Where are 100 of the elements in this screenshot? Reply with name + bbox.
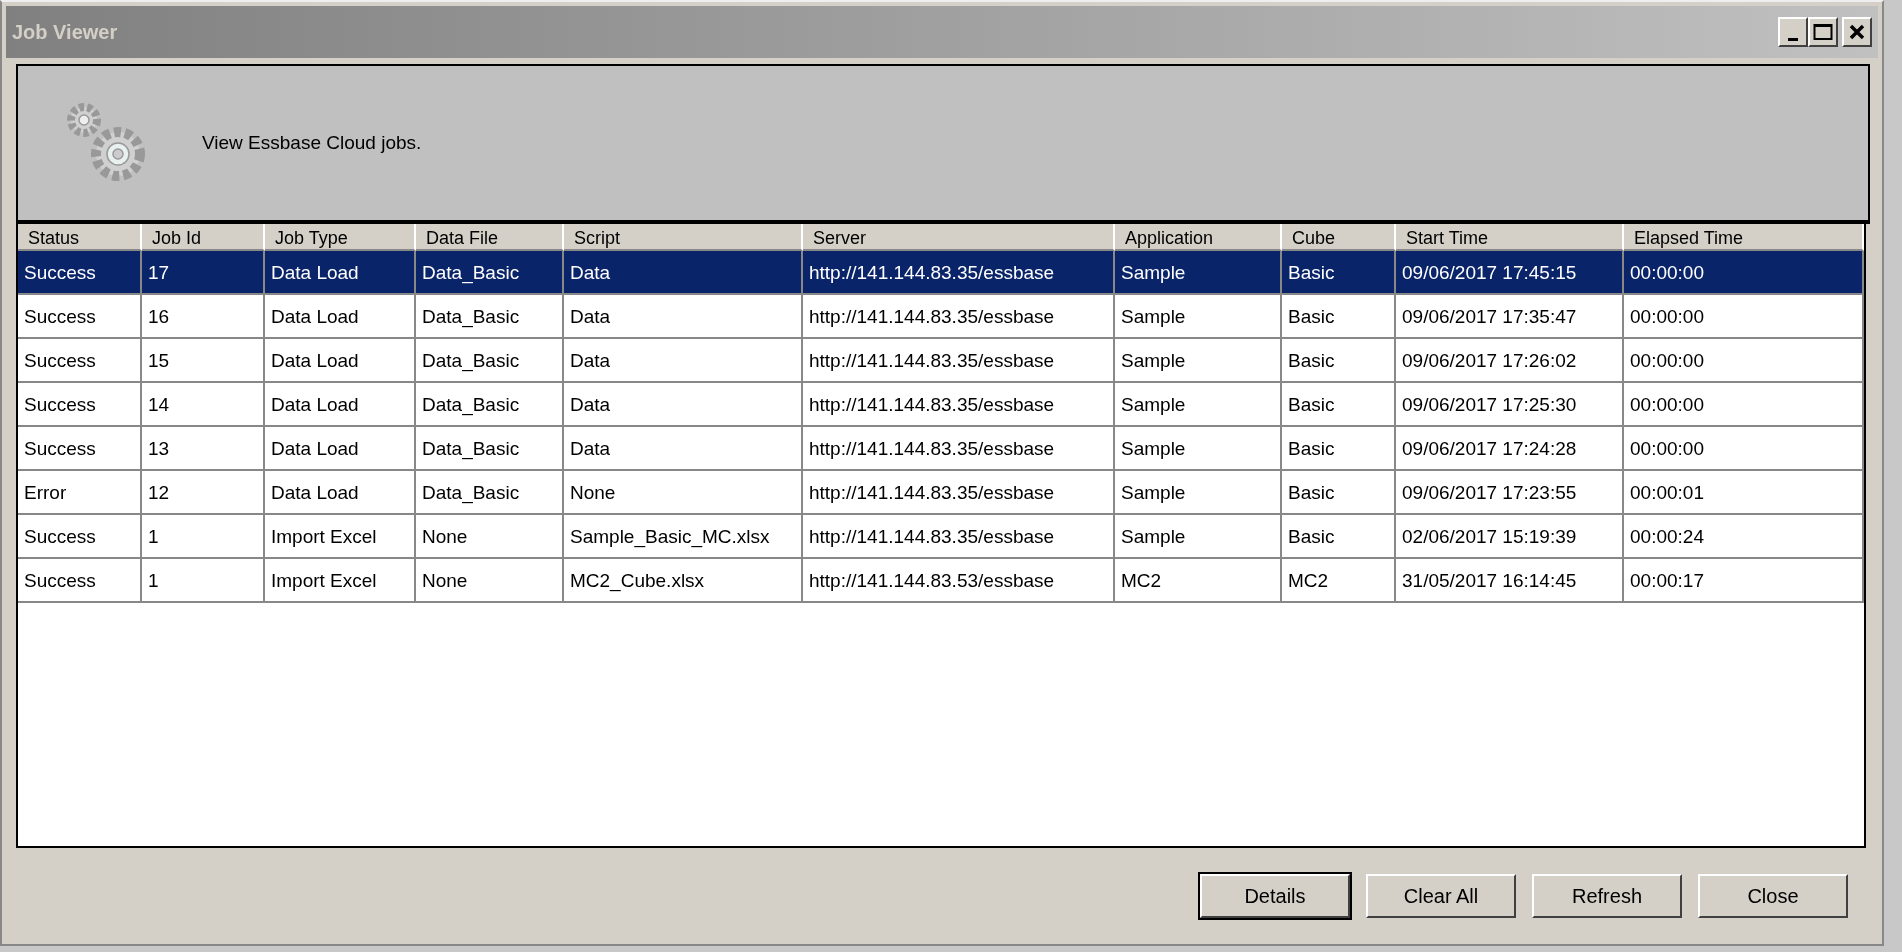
table-cell: 09/06/2017 17:25:30 (1396, 383, 1624, 427)
table-cell: 13 (142, 427, 265, 471)
table-cell: Data Load (265, 295, 416, 339)
table-cell: Data (564, 339, 803, 383)
table-cell: 02/06/2017 15:19:39 (1396, 515, 1624, 559)
table-cell: Data_Basic (416, 383, 564, 427)
minimize-icon (1788, 37, 1798, 41)
table-cell: Import Excel (265, 559, 416, 603)
dialog-button[interactable]: Close (1698, 874, 1848, 918)
column-header[interactable]: Job Id (142, 224, 265, 251)
table-cell: 17 (142, 251, 265, 295)
table-cell: Data (564, 383, 803, 427)
table-cell: Sample (1115, 515, 1282, 559)
table-cell: Basic (1282, 295, 1396, 339)
table-cell: http://141.144.83.35/essbase (803, 339, 1115, 383)
table-cell: None (564, 471, 803, 515)
table-cell: Data_Basic (416, 295, 564, 339)
table-cell: 16 (142, 295, 265, 339)
table-cell: http://141.144.83.35/essbase (803, 515, 1115, 559)
table-cell: 00:00:01 (1624, 471, 1864, 515)
table-cell: None (416, 559, 564, 603)
close-icon (1849, 24, 1865, 40)
table-cell: 14 (142, 383, 265, 427)
maximize-icon (1813, 23, 1833, 41)
table-cell: Sample (1115, 383, 1282, 427)
table-cell: Data (564, 251, 803, 295)
table-cell: Basic (1282, 383, 1396, 427)
table-cell: Import Excel (265, 515, 416, 559)
table-cell: 00:00:24 (1624, 515, 1864, 559)
table-cell: Data Load (265, 251, 416, 295)
table-cell: http://141.144.83.35/essbase (803, 251, 1115, 295)
table-cell: Success (18, 295, 142, 339)
column-header[interactable]: Elapsed Time (1624, 224, 1864, 251)
dialog-button[interactable]: Details (1200, 874, 1350, 918)
table-cell: 09/06/2017 17:23:55 (1396, 471, 1624, 515)
table-cell: Data (564, 427, 803, 471)
table-cell: 12 (142, 471, 265, 515)
table-cell: 1 (142, 515, 265, 559)
table-cell: Sample (1115, 295, 1282, 339)
table-cell: Data Load (265, 383, 416, 427)
table-cell: http://141.144.83.53/essbase (803, 559, 1115, 603)
table-cell: http://141.144.83.35/essbase (803, 383, 1115, 427)
table-cell: http://141.144.83.35/essbase (803, 427, 1115, 471)
table-cell: Data_Basic (416, 339, 564, 383)
column-header[interactable]: Status (18, 224, 142, 251)
header-description: View Essbase Cloud jobs. (202, 130, 422, 155)
column-header[interactable]: Data File (416, 224, 564, 251)
table-cell: Data Load (265, 471, 416, 515)
maximize-button[interactable] (1808, 17, 1838, 47)
table-cell: 09/06/2017 17:24:28 (1396, 427, 1624, 471)
dialog-button[interactable]: Clear All (1366, 874, 1516, 918)
minimize-button[interactable] (1778, 17, 1808, 47)
table-cell: Error (18, 471, 142, 515)
column-header[interactable]: Server (803, 224, 1115, 251)
column-header[interactable]: Script (564, 224, 803, 251)
dialog-button[interactable]: Refresh (1532, 874, 1682, 918)
table-cell: Basic (1282, 339, 1396, 383)
table-cell: Sample (1115, 471, 1282, 515)
table-cell: 09/06/2017 17:45:15 (1396, 251, 1624, 295)
column-header[interactable]: Application (1115, 224, 1282, 251)
table-cell: Data_Basic (416, 251, 564, 295)
table-cell: Success (18, 251, 142, 295)
column-header[interactable]: Job Type (265, 224, 416, 251)
table-cell: 09/06/2017 17:26:02 (1396, 339, 1624, 383)
table-cell: MC2_Cube.xlsx (564, 559, 803, 603)
table-cell: None (416, 515, 564, 559)
table-cell: 1 (142, 559, 265, 603)
table-cell: Sample (1115, 427, 1282, 471)
table-cell: Data (564, 295, 803, 339)
table-cell: Data_Basic (416, 471, 564, 515)
table-cell: 00:00:00 (1624, 383, 1864, 427)
table-cell: 00:00:00 (1624, 295, 1864, 339)
table-cell: Success (18, 383, 142, 427)
table-cell: Success (18, 427, 142, 471)
table-cell: Success (18, 339, 142, 383)
table-cell: Success (18, 559, 142, 603)
table-cell: 00:00:00 (1624, 427, 1864, 471)
column-header[interactable]: Start Time (1396, 224, 1624, 251)
table-cell: Data_Basic (416, 427, 564, 471)
column-header[interactable]: Cube (1282, 224, 1396, 251)
table-cell: 00:00:00 (1624, 251, 1864, 295)
table-cell: Basic (1282, 251, 1396, 295)
table-cell: 31/05/2017 16:14:45 (1396, 559, 1624, 603)
table-cell: MC2 (1115, 559, 1282, 603)
close-button[interactable] (1842, 17, 1872, 47)
table-cell: Basic (1282, 515, 1396, 559)
table-cell: Data Load (265, 427, 416, 471)
table-cell: 09/06/2017 17:35:47 (1396, 295, 1624, 339)
table-cell: Data Load (265, 339, 416, 383)
table-cell: MC2 (1282, 559, 1396, 603)
table-cell: 00:00:00 (1624, 339, 1864, 383)
table-cell: Basic (1282, 427, 1396, 471)
table-cell: Basic (1282, 471, 1396, 515)
table-cell: Sample_Basic_MC.xlsx (564, 515, 803, 559)
table-cell: 15 (142, 339, 265, 383)
window-title: Job Viewer (12, 20, 118, 45)
table-cell: Success (18, 515, 142, 559)
table-cell: http://141.144.83.35/essbase (803, 295, 1115, 339)
table-cell: 00:00:17 (1624, 559, 1864, 603)
table-cell: http://141.144.83.35/essbase (803, 471, 1115, 515)
